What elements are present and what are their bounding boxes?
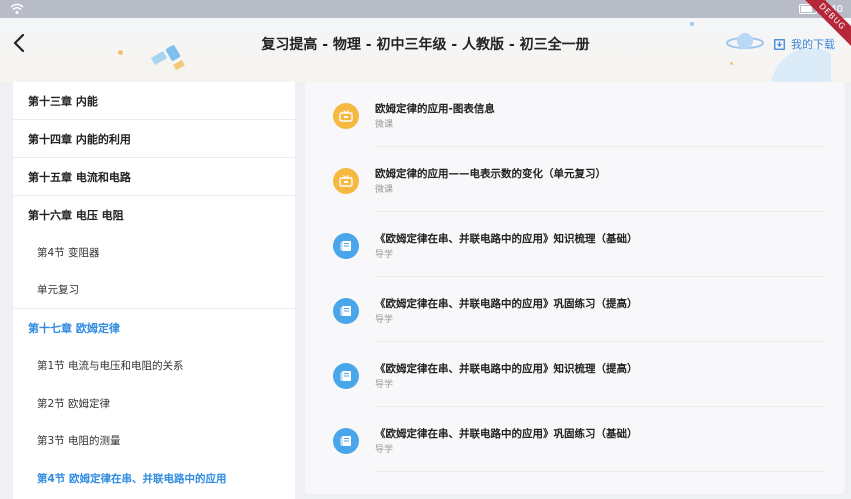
sidebar-section-16-4[interactable]: 第4节 变阻器 <box>13 234 295 272</box>
resource-item[interactable]: 欧姆定律的应用-图表信息 微课 <box>305 82 845 147</box>
resource-title: 《欧姆定律在串、并联电路中的应用》巩固练习（基础） <box>375 428 638 440</box>
resource-item[interactable]: 《欧姆定律在串、并联电路中的应用》巩固练习（提高） 导学 <box>305 277 845 342</box>
chapter-sidebar: 第十三章 内能 第十四章 内能的利用 第十五章 电流和电路 第十六章 电压 电阻… <box>13 82 295 499</box>
sidebar-chapter-17[interactable]: 第十七章 欧姆定律 <box>13 309 295 347</box>
sidebar-chapter-16[interactable]: 第十六章 电压 电阻 <box>13 196 295 234</box>
sidebar-section-17-4[interactable]: 第4节 欧姆定律在串、并联电路中的应用 <box>13 460 295 498</box>
tv-icon <box>333 168 359 194</box>
resource-list: 欧姆定律的应用-图表信息 微课 欧姆定律的应用——电表示数的变化（单元复习） 微… <box>305 82 845 494</box>
sidebar-section-16-review[interactable]: 单元复习 <box>13 272 295 309</box>
sidebar-item-label: 第十五章 电流和电路 <box>28 170 131 184</box>
page-title: 复习提高 - 物理 - 初中三年级 - 人教版 - 初三全一册 <box>261 37 590 53</box>
sidebar-chapter-14[interactable]: 第十四章 内能的利用 <box>13 120 295 158</box>
sidebar-item-label: 第4节 变阻器 <box>37 247 100 260</box>
sidebar-section-17-3[interactable]: 第3节 电阻的测量 <box>13 422 295 460</box>
sidebar-item-label: 单元复习 <box>37 284 79 297</box>
resource-type: 微课 <box>375 120 394 130</box>
sidebar-chapter-13[interactable]: 第十三章 内能 <box>13 82 295 120</box>
sidebar-item-label: 第4节 欧姆定律在串、并联电路中的应用 <box>37 472 227 485</box>
resource-title: 《欧姆定律在串、并联电路中的应用》知识梳理（提高） <box>375 363 638 375</box>
sidebar-item-label: 第十四章 内能的利用 <box>28 132 131 146</box>
sidebar-item-label: 第十六章 电压 电阻 <box>28 209 124 222</box>
resource-item[interactable]: 《欧姆定律在串、并联电路中的应用》知识梳理（基础） 导学 <box>305 212 845 277</box>
status-bar: 9:40 DEBUG <box>0 0 851 54</box>
sidebar-item-label: 第3节 电阻的测量 <box>37 435 121 448</box>
header: 9:40 DEBUG 复习提高 - 物理 - 初中三年级 - 人教版 - 初三全… <box>0 0 851 82</box>
sidebar-chapter-15[interactable]: 第十五章 电流和电路 <box>13 158 295 196</box>
sidebar-item-label: 第2节 欧姆定律 <box>37 397 111 410</box>
resource-item[interactable]: 《欧姆定律在串、并联电路中的应用》知识梳理（提高） 导学 <box>305 342 845 407</box>
resource-type: 导学 <box>375 315 394 325</box>
sidebar-section-17-2[interactable]: 第2节 欧姆定律 <box>13 385 295 423</box>
resource-title: 《欧姆定律在串、并联电路中的应用》知识梳理（基础） <box>375 233 638 245</box>
tv-icon <box>333 103 359 129</box>
sidebar-item-label: 第十七章 欧姆定律 <box>28 322 120 335</box>
resource-type: 微课 <box>375 185 394 195</box>
book-icon <box>333 363 359 389</box>
wifi-icon <box>10 3 24 14</box>
resource-title: 欧姆定律的应用——电表示数的变化（单元复习） <box>375 168 606 180</box>
my-downloads-label: 我的下载 <box>791 38 835 51</box>
resource-item[interactable]: 《欧姆定律在串、并联电路中的应用》巩固练习（基础） 导学 <box>305 407 845 472</box>
book-icon <box>333 428 359 454</box>
download-icon <box>774 38 785 50</box>
sidebar-item-label: 第1节 电流与电压和电阻的关系 <box>37 360 184 373</box>
resource-item[interactable]: 欧姆定律的应用——电表示数的变化（单元复习） 微课 <box>305 147 845 212</box>
book-icon <box>333 298 359 324</box>
resource-type: 导学 <box>375 445 394 455</box>
resource-title: 《欧姆定律在串、并联电路中的应用》巩固练习（提高） <box>375 298 638 310</box>
sidebar-item-label: 第十三章 内能 <box>28 94 98 108</box>
my-downloads-button[interactable]: 我的下载 <box>774 36 835 52</box>
sidebar-section-17-1[interactable]: 第1节 电流与电压和电阻的关系 <box>13 347 295 385</box>
book-icon <box>333 233 359 259</box>
resource-title: 欧姆定律的应用-图表信息 <box>375 103 495 115</box>
resource-type: 导学 <box>375 380 394 390</box>
resource-type: 导学 <box>375 250 394 260</box>
row-divider <box>375 471 825 472</box>
